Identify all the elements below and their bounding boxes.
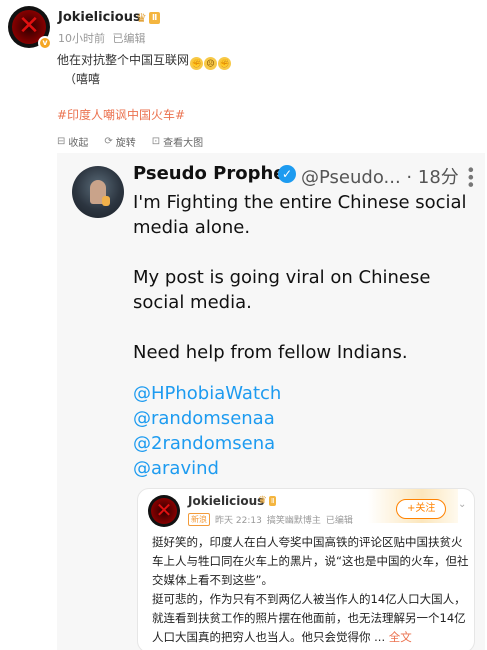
tweet-time: · 18分 [406, 167, 459, 188]
read-more-link: 全文 [388, 630, 412, 644]
mention: @2randomsena [133, 433, 276, 454]
rotate-icon: ⟳ [104, 136, 113, 147]
quoted-weibo-card: ✕ Jokielicious ♛ Ⅱ 新浪 昨天 22:13 搞笑幽默博主 已编… [137, 488, 475, 650]
quoted-avatar: ✕ [148, 495, 180, 527]
quoted-meta: 新浪 昨天 22:13 搞笑幽默博主 已编辑 [188, 513, 353, 526]
quoted-paragraph-2: 挺可悲的，作为只有不到两亿人被当作人的14亿人口大国人，就连看到扶贫工作的照片摆… [152, 592, 466, 644]
username[interactable]: Jokielicious [58, 10, 141, 25]
fist-emoji-icon: ✊ [218, 57, 232, 70]
tweet-handle-time: @Pseudo... · 18分 [301, 163, 459, 189]
post-header: ✕ v Jokielicious ♛ Ⅱ 10小时前 已编辑 [6, 6, 481, 54]
mention: @aravind [133, 458, 219, 479]
post-image[interactable]: Pseudo Prophet ✓ @Pseudo... · 18分 ••• I'… [57, 153, 485, 650]
tweet-paragraph: Need help from fellow Indians. [133, 342, 408, 363]
tweet-avatar [72, 166, 124, 218]
mention: @randomsenaa [133, 408, 275, 429]
crown-icon: ♛ [258, 495, 267, 506]
tweet-mentions: @HPhobiaWatch @randomsenaa @2randomsena … [133, 381, 281, 481]
tweet-author-name: Pseudo Prophet [133, 163, 295, 184]
tweet-paragraph: I'm Fighting the entire Chinese social m… [133, 192, 467, 238]
post-time[interactable]: 10小时前 [58, 32, 105, 45]
mention: @HPhobiaWatch [133, 383, 282, 404]
chevron-down-icon: ⌄ [458, 499, 467, 510]
edited-label: 已编辑 [112, 32, 146, 45]
tweet-body: I'm Fighting the entire Chinese social m… [133, 190, 473, 390]
quoted-time: 昨天 22:13 [215, 516, 262, 526]
level-badge: Ⅱ [269, 496, 277, 506]
verified-check-icon: ✓ [278, 165, 296, 183]
post-text: 他在对抗整个中国互联网 ✊ ☹ ✊ [57, 52, 232, 70]
collapse-button[interactable]: ⊟ 收起 [57, 134, 88, 149]
tweet-handle: @Pseudo... [301, 167, 401, 188]
post-meta: 10小时前 已编辑 [58, 30, 150, 46]
quoted-text: 挺好笑的，印度人在白人夸奖中国高铁的评论区贴中国扶贫火车上人与牲口同在火车上的黑… [152, 533, 470, 647]
quoted-edited: 已编辑 [325, 516, 353, 526]
view-large-label: 查看大图 [163, 138, 204, 149]
collapse-label: 收起 [68, 138, 89, 149]
x-mark-icon: ✕ [155, 498, 173, 522]
crown-icon: ♛ [136, 11, 147, 25]
rotate-button[interactable]: ⟳ 旋转 [104, 134, 135, 149]
hashtag-link[interactable]: #印度人嘲讽中国火车# [57, 106, 185, 123]
follow-button: +关注 [396, 499, 447, 519]
view-large-icon: ⊡ [151, 136, 161, 147]
view-large-button[interactable]: ⊡ 查看大图 [152, 134, 203, 149]
level-badge: Ⅱ [149, 12, 161, 24]
image-toolbar: ⊟ 收起 ⟳ 旋转 ⊡ 查看大图 [57, 134, 203, 149]
quoted-paragraph: 挺好笑的，印度人在白人夸奖中国高铁的评论区贴中国扶贫火车上人与牲口同在火车上的黑… [152, 535, 469, 587]
crying-emoji-icon: ☹ [204, 57, 218, 70]
collapse-icon: ⊟ [57, 136, 66, 147]
fist-emoji-icon: ✊ [190, 57, 204, 70]
quoted-username: Jokielicious [188, 494, 265, 508]
quoted-tag: 新浪 [188, 513, 210, 526]
rotate-label: 旋转 [115, 138, 136, 149]
quoted-source: 搞笑幽默博主 [266, 516, 321, 526]
post-text-line2: （嘻嘻 [64, 72, 101, 86]
more-options-icon: ••• [461, 165, 480, 188]
verified-badge-icon: v [38, 36, 52, 50]
post-text-line1: 他在对抗整个中国互联网 [57, 53, 190, 67]
tweet-paragraph: My post is going viral on Chinese social… [133, 267, 431, 313]
